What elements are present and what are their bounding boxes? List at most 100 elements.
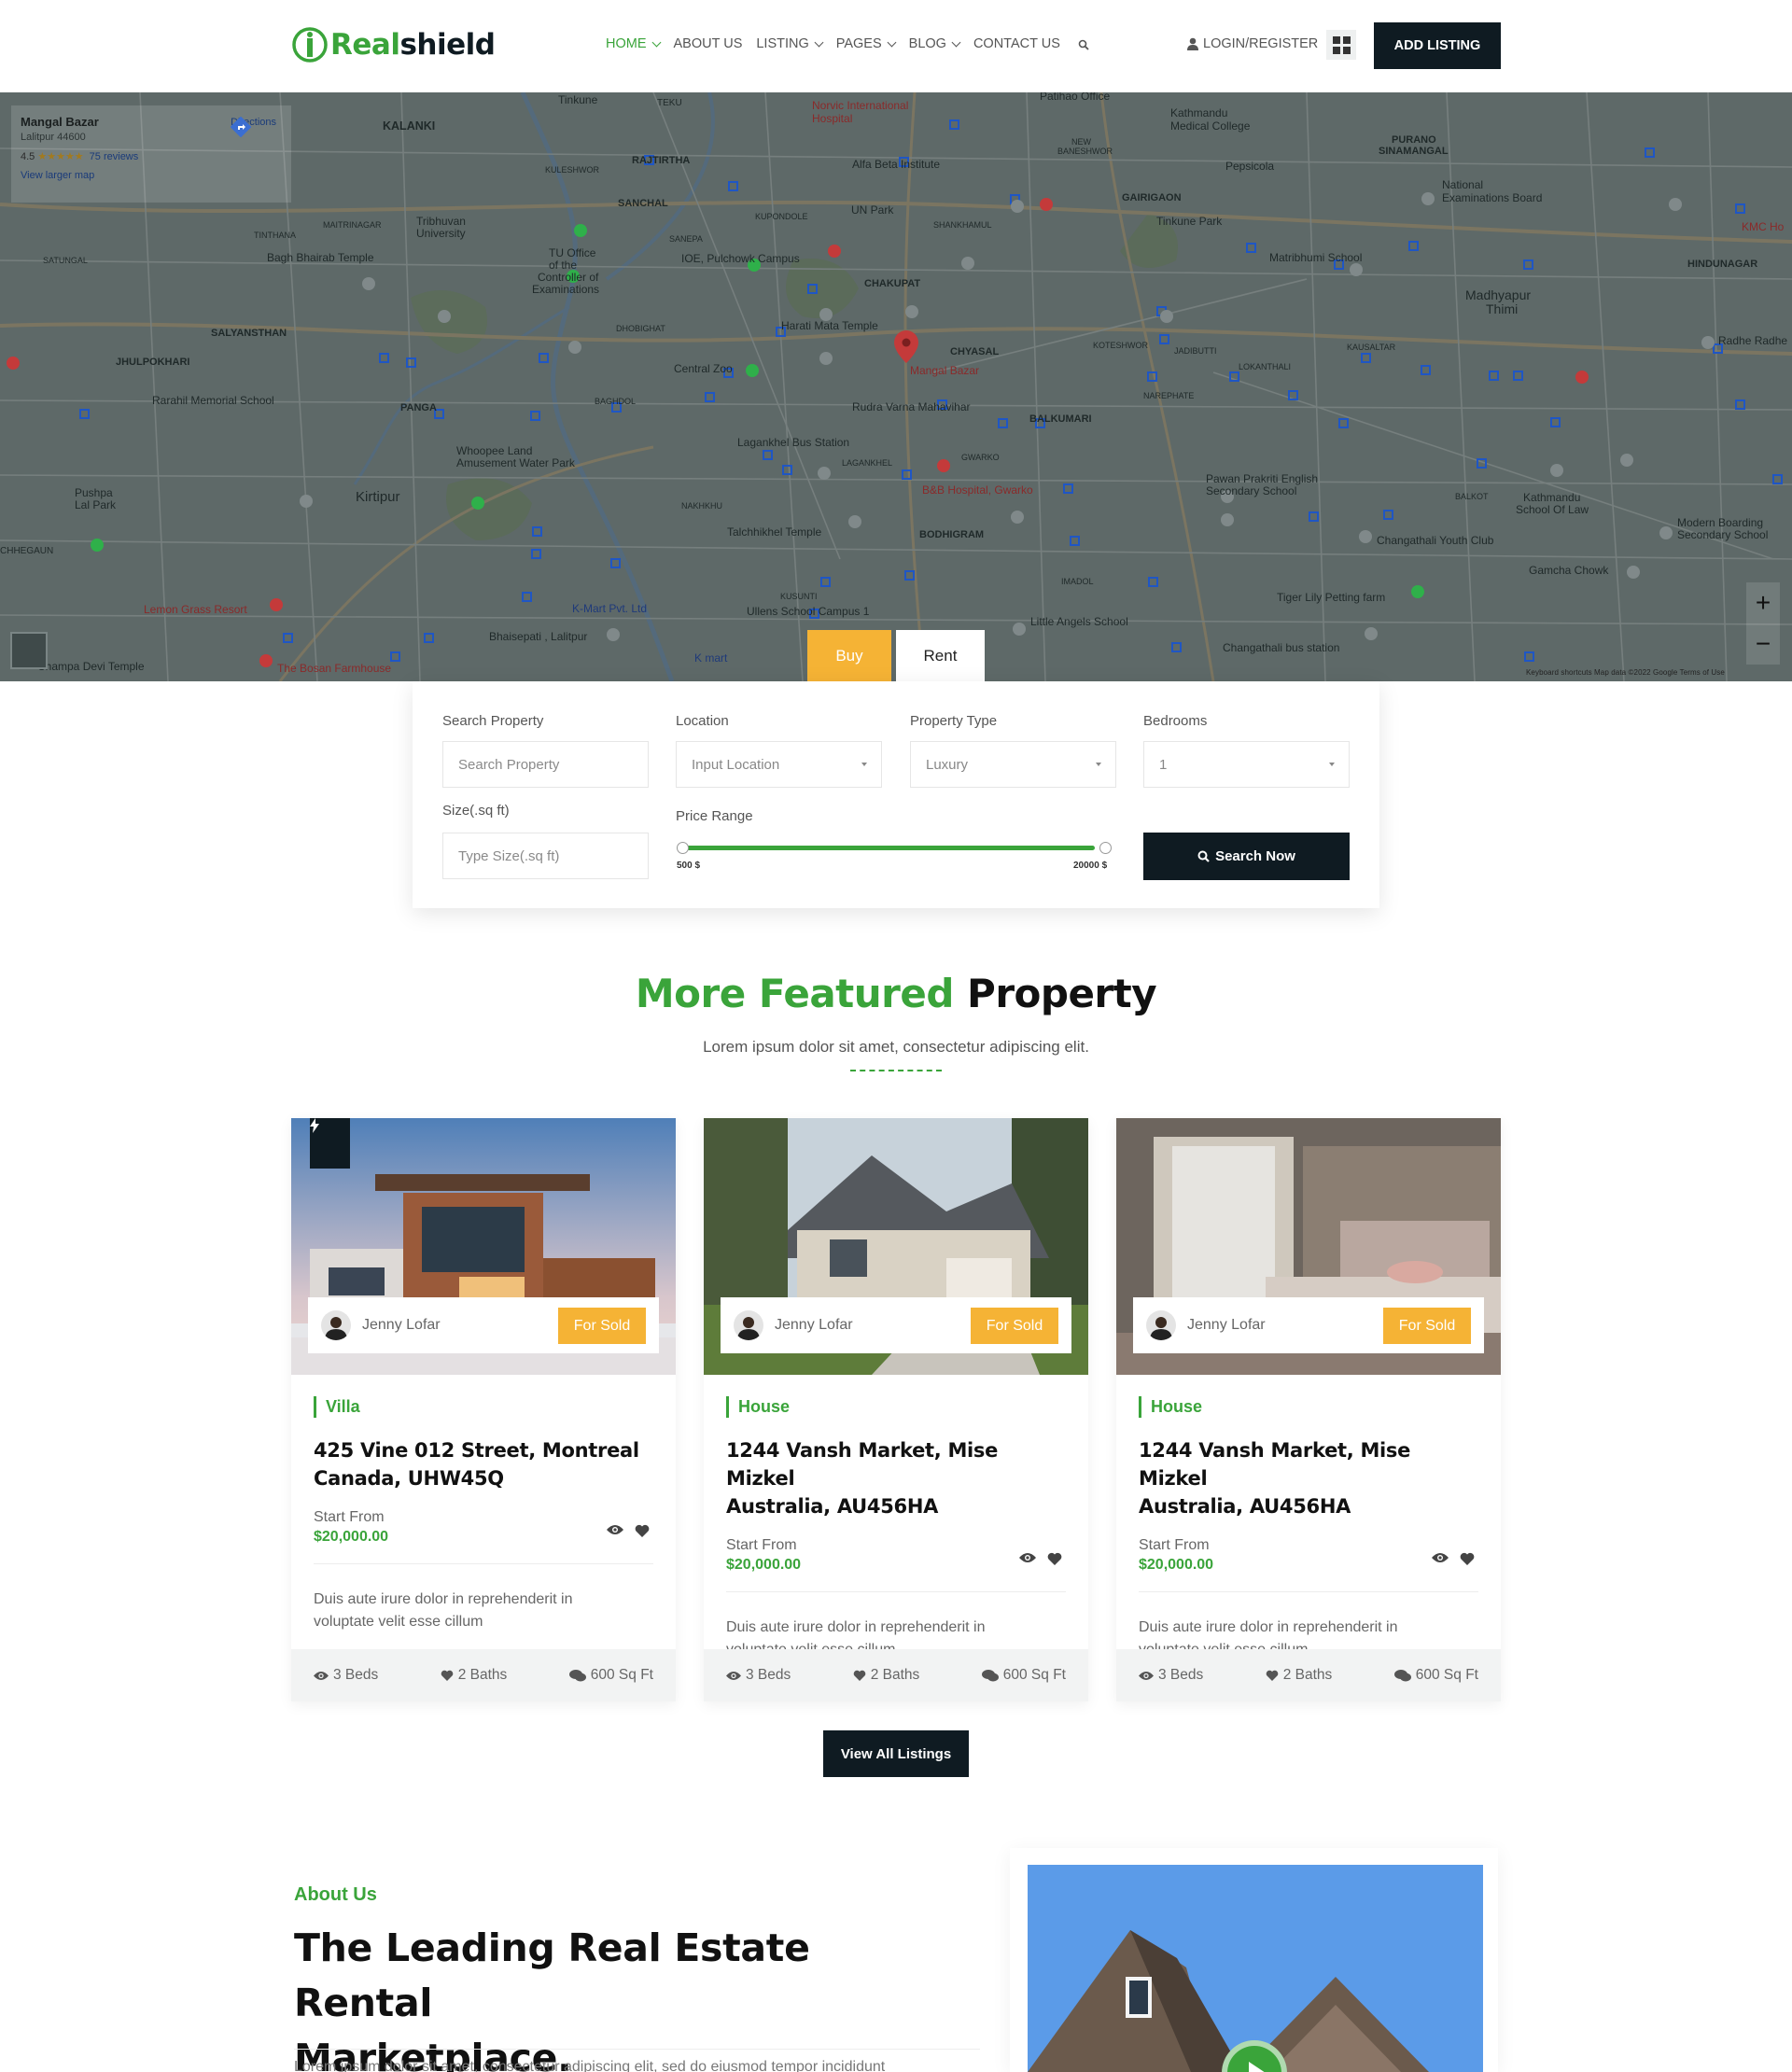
svg-text:Secondary School: Secondary School	[1677, 528, 1768, 541]
play-video-button[interactable]	[1222, 2040, 1287, 2072]
svg-text:JADIBUTTI: JADIBUTTI	[1174, 346, 1217, 356]
svg-text:CHAKUPAT: CHAKUPAT	[864, 278, 920, 289]
search-icon[interactable]	[1078, 37, 1089, 51]
property-image[interactable]: Jenny Lofar For Sold	[291, 1118, 676, 1375]
about-tag: About Us	[294, 1884, 377, 1905]
location-select[interactable]: Input Location	[676, 741, 882, 788]
property-type-select[interactable]: Luxury	[910, 741, 1116, 788]
size-info: 600 Sq Ft	[1393, 1667, 1478, 1684]
svg-text:BALKOT: BALKOT	[1455, 492, 1489, 501]
map[interactable]: KALANKI Tinkune TEKU Norvic Internationa…	[0, 92, 1792, 681]
price-max-handle[interactable]	[1099, 842, 1112, 854]
nav-listing[interactable]: LISTING	[756, 36, 824, 51]
price-range-label: Price Range	[676, 808, 753, 824]
avatar	[1146, 1310, 1176, 1340]
svg-text:Examinations Board: Examinations Board	[1442, 191, 1542, 204]
svg-text:DHOBIGHAT: DHOBIGHAT	[616, 324, 665, 333]
chevron-down-icon	[1329, 763, 1335, 766]
star-icon: ★★★★★	[37, 151, 84, 162]
nav-blog[interactable]: BLOG	[909, 36, 961, 51]
svg-text:Patihao Office: Patihao Office	[1040, 92, 1110, 103]
svg-text:SINAMANGAL: SINAMANGAL	[1379, 146, 1449, 157]
svg-text:Controller of: Controller of	[538, 271, 599, 284]
tab-rent[interactable]: Rent	[896, 630, 985, 681]
price-range-track[interactable]	[677, 846, 1095, 850]
nav-pages[interactable]: PAGES	[836, 36, 897, 51]
add-listing-button[interactable]: ADD LISTING	[1374, 22, 1501, 69]
heart-icon[interactable]	[1047, 1552, 1062, 1565]
size-input[interactable]	[458, 847, 648, 864]
svg-text:Bagh Bhairab Temple: Bagh Bhairab Temple	[267, 251, 374, 264]
price-row: Start From $20,000.00	[314, 1509, 653, 1564]
bedrooms-select[interactable]: 1	[1143, 741, 1350, 788]
map-place-card: Mangal Bazar Lalitpur 44600 4.5 ★★★★★ 75 …	[11, 105, 291, 203]
heart-icon[interactable]	[1460, 1552, 1475, 1565]
svg-text:GWARKO: GWARKO	[961, 453, 1000, 462]
property-image[interactable]: Jenny Lofar For Sold	[704, 1118, 1088, 1375]
zoom-in-button[interactable]: +	[1746, 582, 1780, 623]
reviews-link[interactable]: 75 reviews	[90, 151, 139, 162]
view-all-listings-button[interactable]: View All Listings	[823, 1730, 969, 1777]
property-card[interactable]: Jenny Lofar For Sold House 1244 Vansh Ma…	[1116, 1118, 1501, 1701]
property-card[interactable]: Jenny Lofar For Sold House 1244 Vansh Ma…	[704, 1118, 1088, 1701]
login-register-link[interactable]: LOGIN/REGISTER	[1187, 36, 1318, 51]
baths-info: 2 Baths	[441, 1667, 507, 1684]
svg-text:University: University	[416, 227, 466, 240]
tab-buy[interactable]: Buy	[807, 630, 891, 681]
property-category: House	[1139, 1396, 1478, 1418]
property-image[interactable]: Jenny Lofar For Sold	[1116, 1118, 1501, 1375]
about-text: Lorem ipsum dolor sit amet, consectetur …	[294, 2059, 886, 2072]
svg-text:SANEPA: SANEPA	[669, 234, 703, 244]
svg-text:NAKHKHU: NAKHKHU	[681, 501, 722, 511]
svg-text:Central Zoo: Central Zoo	[674, 362, 733, 375]
directions-button[interactable]: Directions	[231, 117, 276, 137]
search-property-field[interactable]	[442, 741, 649, 788]
eye-icon[interactable]	[1432, 1552, 1449, 1563]
card-body: Villa 425 Vine 012 Street, Montreal Cana…	[314, 1396, 653, 1633]
nav-home[interactable]: HOME	[606, 36, 661, 51]
svg-text:Changathali bus station: Changathali bus station	[1223, 641, 1339, 654]
heart-icon[interactable]	[635, 1524, 650, 1537]
property-card[interactable]: Jenny Lofar For Sold Villa 425 Vine 012 …	[291, 1118, 676, 1701]
svg-text:LAGANKHEL: LAGANKHEL	[842, 458, 892, 468]
svg-text:Changathali Youth Club: Changathali Youth Club	[1377, 534, 1494, 547]
property-address[interactable]: 1244 Vansh Market, Mise Mizkel Australia…	[726, 1436, 1066, 1520]
svg-text:Kathmandu: Kathmandu	[1170, 106, 1227, 119]
view-larger-map-link[interactable]: View larger map	[21, 170, 282, 181]
svg-text:Lagankhel Bus Station: Lagankhel Bus Station	[737, 436, 849, 449]
zoom-out-button[interactable]: −	[1746, 623, 1780, 665]
svg-text:SHANKHAMUL: SHANKHAMUL	[933, 220, 992, 230]
price-min-handle[interactable]	[677, 842, 689, 854]
nav-contact-us[interactable]: CONTACT US	[973, 36, 1060, 51]
svg-text:JHULPOKHARI: JHULPOKHARI	[116, 357, 189, 368]
svg-text:SANCHAL: SANCHAL	[618, 198, 668, 209]
heart-icon	[441, 1670, 454, 1681]
search-now-button[interactable]: Search Now	[1143, 833, 1350, 880]
size-info: 600 Sq Ft	[981, 1667, 1066, 1684]
svg-text:Talchhikhel Temple: Talchhikhel Temple	[727, 525, 821, 539]
svg-text:BANESHWOR: BANESHWOR	[1057, 147, 1113, 156]
card-actions	[1432, 1552, 1475, 1565]
size-field[interactable]	[442, 833, 649, 879]
eye-icon[interactable]	[1019, 1552, 1036, 1563]
chevron-down-icon	[814, 37, 824, 47]
baths-info: 2 Baths	[853, 1667, 919, 1684]
status-badge: For Sold	[1383, 1308, 1471, 1344]
svg-text:BAGHDOL: BAGHDOL	[595, 397, 636, 406]
property-address[interactable]: 1244 Vansh Market, Mise Mizkel Australia…	[1139, 1436, 1478, 1520]
eye-icon[interactable]	[607, 1524, 623, 1535]
grid-menu-icon[interactable]	[1326, 30, 1356, 60]
svg-text:Pushpa: Pushpa	[75, 486, 113, 499]
svg-text:BODHIGRAM: BODHIGRAM	[919, 529, 984, 540]
map-satellite-toggle[interactable]	[10, 632, 48, 669]
nav-about-us[interactable]: ABOUT US	[674, 36, 743, 51]
logo[interactable]: Realshield	[291, 26, 496, 63]
svg-text:Bhaisepati , Lalitpur: Bhaisepati , Lalitpur	[489, 630, 587, 643]
property-address[interactable]: 425 Vine 012 Street, Montreal Canada, UH…	[314, 1436, 653, 1492]
svg-text:Radhe Radhe: Radhe Radhe	[1718, 334, 1787, 347]
svg-text:Mangal Bazar: Mangal Bazar	[910, 364, 979, 377]
property-category: House	[726, 1396, 1066, 1418]
search-property-input[interactable]	[458, 756, 648, 773]
svg-text:UN Park: UN Park	[851, 203, 894, 217]
beds-info: 3 Beds	[1139, 1667, 1203, 1684]
